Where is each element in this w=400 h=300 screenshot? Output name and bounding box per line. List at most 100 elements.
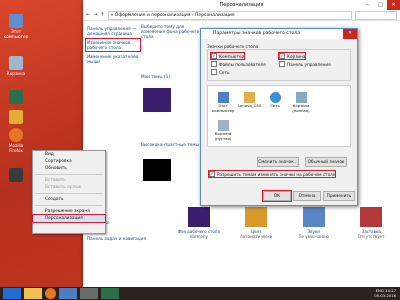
sounds-option[interactable]: Звуки По умолчанию: [292, 207, 336, 247]
desktop-icon-label: Mozilla Firefox: [8, 143, 24, 153]
checkbox-control-panel[interactable]: Панель управления: [279, 61, 331, 67]
desktop-icon-app[interactable]: [2, 110, 30, 125]
checkbox-icon: [211, 61, 217, 67]
color-option[interactable]: Цвет Автоматически: [234, 207, 278, 247]
icon-label: Корзина (полная): [292, 103, 310, 113]
firefox-icon[interactable]: [45, 288, 56, 299]
start-button[interactable]: [3, 288, 21, 299]
desktop-icon-label: Этот компьютер: [3, 29, 29, 39]
desktop-icon-firefox[interactable]: Mozilla Firefox: [2, 128, 30, 153]
checkbox-allow-themes[interactable]: ✓ Разрешить темам изменять значки на рабо…: [207, 170, 337, 178]
app-icon[interactable]: [80, 288, 98, 299]
explorer-icon[interactable]: [24, 288, 42, 299]
desktop-icon-recycle-bin[interactable]: Корзина: [2, 56, 30, 76]
up-icon[interactable]: ↑: [100, 12, 104, 18]
icon-label: Lenovo_G50: [238, 103, 262, 108]
sidebar: Панель управления — домашняя страница Из…: [83, 22, 143, 72]
desktop-icon-label: Корзина: [6, 71, 26, 76]
app-icon[interactable]: [101, 288, 119, 299]
icon-item-computer[interactable]: Этот компьютер: [212, 92, 234, 113]
checkbox-label: Разрешить темам изменять значки на рабоч…: [217, 171, 336, 177]
menu-item-sort[interactable]: Сортировка: [33, 158, 105, 165]
menu-item-screen-resolution[interactable]: Разрешение экрана: [33, 208, 105, 215]
icon-label: Этот компьютер: [212, 103, 235, 113]
checkbox-recycle-bin[interactable]: ✓ Корзина: [277, 52, 307, 60]
theme-thumbnail[interactable]: [143, 159, 171, 181]
personalization-options: Фон рабочего стола Harmony Цвет Автомати…: [170, 207, 400, 247]
checkbox-network[interactable]: Сеть: [211, 69, 229, 75]
my-themes-label: Мои темы (1): [141, 74, 170, 79]
checkbox-label: Корзина: [287, 53, 306, 59]
menu-item-new[interactable]: Создать: [33, 196, 105, 203]
system-tray[interactable]: ENG 14:27 05.03.2016: [374, 288, 396, 298]
sidebar-link-home[interactable]: Панель управления — домашняя страница: [87, 26, 139, 36]
address-bar: ← → ↑ « Оформление и персонализация › Пе…: [83, 10, 400, 21]
minimize-button[interactable]: –: [361, 0, 374, 10]
user-folder-icon: [243, 92, 255, 103]
back-icon[interactable]: ←: [86, 12, 90, 18]
icon-item-network[interactable]: Сеть: [264, 92, 286, 109]
window-titlebar: Персонализация – □ ✕: [83, 0, 400, 10]
dialog-title: Параметры значков рабочего стола: [213, 31, 301, 36]
menu-item-personalization[interactable]: Персонализация: [32, 214, 106, 223]
app-icon: [9, 168, 23, 182]
option-value: Автоматически: [240, 234, 273, 239]
apply-button[interactable]: Применить: [323, 191, 355, 201]
search-input[interactable]: [355, 10, 397, 20]
network-icon: [269, 92, 281, 103]
app-icon: [9, 90, 23, 104]
dialog-close-button[interactable]: ✕: [343, 29, 357, 39]
checkbox-label: Сеть: [219, 69, 230, 75]
desktop-icon-app[interactable]: [2, 90, 30, 105]
taskbar: ENG 14:27 05.03.2016: [0, 287, 400, 300]
icon-item-user[interactable]: Lenovo_G50: [238, 92, 262, 109]
breadcrumb[interactable]: « Оформление и персонализация › Персонал…: [107, 10, 352, 20]
checkbox-checked-icon: ✓: [209, 171, 215, 177]
menu-item-refresh[interactable]: Обновить: [33, 165, 105, 172]
checkbox-label: Компьютер: [219, 53, 245, 59]
screensaver-icon: [360, 207, 383, 227]
menu-separator: [35, 205, 103, 206]
computer-icon: [217, 92, 229, 103]
color-icon: [245, 207, 268, 227]
default-icon-button[interactable]: Обычный значок: [305, 157, 347, 167]
ok-button[interactable]: ОК: [262, 190, 292, 202]
theme-thumbnail[interactable]: [143, 88, 171, 112]
clock-date[interactable]: 05.03.2016: [374, 293, 396, 298]
checkbox-icon: [211, 69, 217, 75]
option-value: По умолчанию: [298, 234, 329, 239]
checkbox-computer[interactable]: ✓ Компьютер: [209, 52, 246, 60]
icon-label: Сеть: [270, 103, 280, 108]
cancel-button[interactable]: Отмена: [293, 191, 321, 201]
menu-item-paste-shortcut[interactable]: Вставить ярлык: [33, 184, 105, 191]
close-button[interactable]: ✕: [387, 0, 400, 10]
themes-heading: Выберите тему для изменения фона рабочег…: [141, 24, 200, 39]
checkbox-user-files[interactable]: Файлы пользователя: [211, 61, 266, 67]
checkbox-icon: [279, 61, 285, 67]
option-value: Harmony: [189, 234, 208, 239]
screensaver-option[interactable]: Заставка Отсутствует: [349, 207, 393, 247]
desktop-background-option[interactable]: Фон рабочего стола Harmony: [177, 207, 221, 247]
icon-item-recycle-empty[interactable]: Корзина (пустая): [212, 120, 234, 141]
desktop-icon-app[interactable]: [2, 168, 30, 183]
icon-item-recycle-full[interactable]: Корзина (полная): [290, 92, 312, 113]
see-also-taskbar[interactable]: Панель задач и навигация: [87, 236, 146, 241]
menu-item-paste[interactable]: Вставить: [33, 177, 105, 184]
sound-icon: [302, 207, 325, 227]
change-icon-button[interactable]: Сменить значок...: [257, 157, 299, 167]
computer-icon: [9, 14, 23, 28]
menu-separator: [35, 174, 103, 175]
maximize-button[interactable]: □: [374, 0, 387, 10]
sidebar-link-mouse-pointers[interactable]: Изменение указателей мыши: [87, 54, 139, 64]
forward-icon[interactable]: →: [93, 12, 97, 18]
firefox-icon: [9, 128, 23, 142]
menu-item-view[interactable]: Вид: [33, 151, 105, 158]
app-icon[interactable]: [59, 288, 77, 299]
sidebar-link-desktop-icons[interactable]: Изменение значков рабочего стола: [85, 38, 141, 52]
desktop-icon-settings-dialog: Параметры значков рабочего стола ✕ Значк…: [200, 28, 358, 206]
context-menu: Вид Сортировка Обновить Вставить Вставит…: [32, 150, 106, 234]
menu-separator: [35, 193, 103, 194]
desktop-icon-computer[interactable]: Этот компьютер: [2, 14, 30, 39]
icon-label: Корзина (пустая): [214, 131, 232, 141]
high-contrast-label: Высококонтрастные темы: [141, 142, 199, 147]
